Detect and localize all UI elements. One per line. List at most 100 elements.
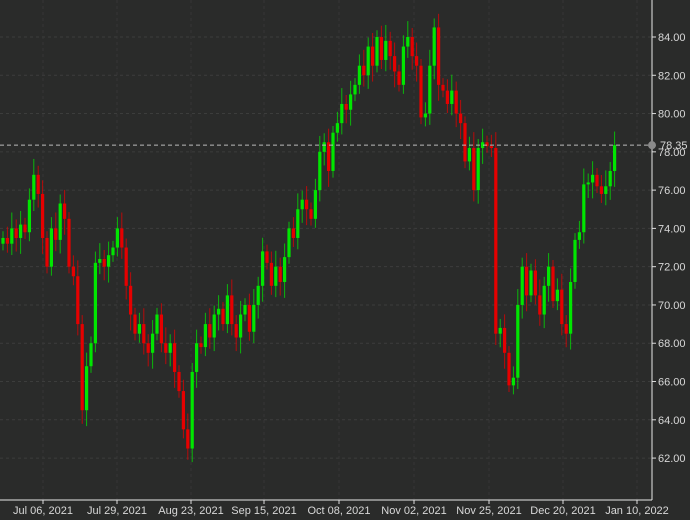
candle-up: [190, 371, 194, 449]
candle-down: [344, 103, 348, 110]
candle-up: [287, 228, 291, 258]
candle-up: [520, 266, 524, 305]
candle-up: [107, 255, 111, 267]
candle-up: [155, 314, 159, 334]
x-tick-label: Jul 06, 2021: [13, 505, 73, 517]
candle-down: [309, 209, 313, 219]
candle-down: [146, 343, 150, 353]
candle-down: [124, 247, 128, 286]
candle-down: [445, 90, 449, 104]
candle-down: [551, 266, 555, 302]
x-tick-label: Nov 02, 2021: [381, 505, 446, 517]
candle-up: [542, 285, 546, 315]
x-tick-label: Jul 29, 2021: [87, 505, 147, 517]
candle-up: [239, 314, 243, 338]
candle-down: [54, 228, 58, 240]
candle-down: [71, 266, 75, 277]
y-tick-label: 84.00: [658, 32, 686, 44]
last-price-label: 78.35: [660, 140, 688, 152]
candle-up: [217, 308, 221, 315]
candle-up: [296, 209, 300, 238]
candle-up: [613, 145, 617, 171]
candle-down: [186, 429, 190, 449]
candle-down: [45, 237, 49, 267]
candle-up: [349, 94, 353, 110]
candle-up: [243, 304, 247, 315]
candle-up: [529, 270, 533, 296]
candle-down: [41, 193, 45, 238]
candle-up: [274, 266, 278, 286]
candle-down: [463, 123, 467, 162]
candle-down: [80, 324, 84, 411]
y-tick-label: 74.00: [658, 223, 686, 235]
candle-down: [265, 251, 269, 263]
candle-down: [305, 199, 309, 210]
candle-up: [225, 295, 229, 325]
candle-down: [503, 327, 507, 353]
candle-up: [168, 343, 172, 353]
chart-svg: 62.00 64.00 66.00 68.00 70.00 72.00 74.00 76.00…: [0, 0, 688, 517]
candle-down: [142, 324, 146, 344]
candle-down: [5, 237, 9, 244]
candle-up: [401, 46, 405, 85]
y-tick-label: 82.00: [658, 70, 686, 82]
candle-down: [63, 203, 67, 219]
axes: 62.00 64.00 66.00 68.00 70.00 72.00 74.00 76.00…: [0, 0, 688, 517]
candle-up: [98, 259, 102, 263]
candle-down: [397, 71, 401, 85]
candle-up: [547, 266, 551, 286]
candle-down: [533, 270, 537, 296]
candle-down: [327, 142, 331, 171]
candle-up: [516, 304, 520, 378]
candle-up: [322, 142, 326, 152]
x-tick-label: Jan 10, 2022: [605, 505, 669, 517]
candle-up: [49, 228, 53, 267]
candle-up: [591, 174, 595, 183]
candle-down: [538, 295, 542, 315]
candle-down: [133, 314, 137, 334]
candle-up: [498, 327, 502, 334]
candle-down: [247, 304, 251, 332]
x-tick-label: Aug 23, 2021: [158, 505, 223, 517]
candle-up: [353, 84, 357, 95]
candle-down: [234, 324, 238, 338]
candle-down: [36, 174, 40, 194]
candle-up: [318, 151, 322, 191]
candle-down: [221, 308, 225, 325]
candle-down: [76, 276, 80, 325]
candle-down: [159, 314, 163, 344]
candle-down: [164, 343, 168, 353]
candle-down: [173, 343, 177, 372]
candle-up: [511, 377, 515, 386]
candle-up: [151, 333, 155, 353]
candle-down: [459, 113, 463, 124]
candle-down: [415, 56, 419, 66]
candle-down: [489, 146, 493, 149]
candle-down: [362, 65, 366, 76]
y-tick-label: 72.00: [658, 262, 686, 274]
candle-up: [608, 170, 612, 187]
candle-up: [58, 203, 62, 240]
candle-up: [195, 343, 199, 372]
gridlines: [0, 0, 652, 500]
candle-down: [393, 56, 397, 72]
candle-down: [388, 40, 392, 57]
candle-down: [441, 84, 445, 91]
candle-up: [32, 174, 36, 200]
candle-down: [595, 174, 599, 187]
candle-down: [599, 186, 603, 194]
candle-up: [203, 324, 207, 348]
candle-down: [525, 266, 529, 296]
candle-up: [10, 228, 14, 244]
candle-down: [560, 289, 564, 325]
candle-up: [428, 65, 432, 114]
candle-down: [177, 371, 181, 392]
candle-down: [494, 148, 498, 334]
y-tick-label: 64.00: [658, 415, 686, 427]
y-tick-label: 68.00: [658, 338, 686, 350]
candle-down: [291, 228, 295, 238]
y-tick-label: 66.00: [658, 377, 686, 389]
candle-up: [261, 251, 265, 286]
candlestick-chart: 62.00 64.00 66.00 68.00 70.00 72.00 74.00 76.00…: [0, 0, 690, 520]
candle-up: [432, 27, 436, 66]
